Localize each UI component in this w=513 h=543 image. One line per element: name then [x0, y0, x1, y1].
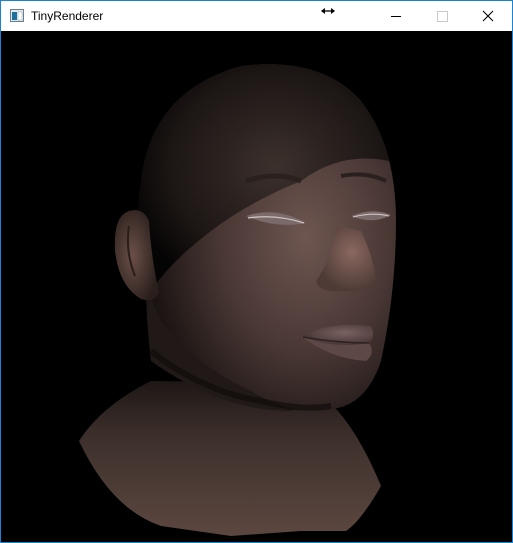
window-title: TinyRenderer: [31, 9, 104, 23]
minimize-button[interactable]: [373, 1, 419, 31]
maximize-button[interactable]: [419, 1, 465, 31]
app-window-icon: [10, 9, 24, 22]
maximize-icon: [437, 11, 448, 22]
close-icon: [482, 10, 494, 22]
rendered-head-image: [79, 64, 396, 536]
minimize-icon: [391, 16, 401, 17]
title-bar[interactable]: TinyRenderer: [1, 1, 512, 31]
app-window: TinyRenderer: [0, 0, 513, 543]
render-viewport: [1, 31, 512, 542]
close-button[interactable]: [465, 1, 511, 31]
resize-horizontal-icon: [319, 4, 337, 18]
